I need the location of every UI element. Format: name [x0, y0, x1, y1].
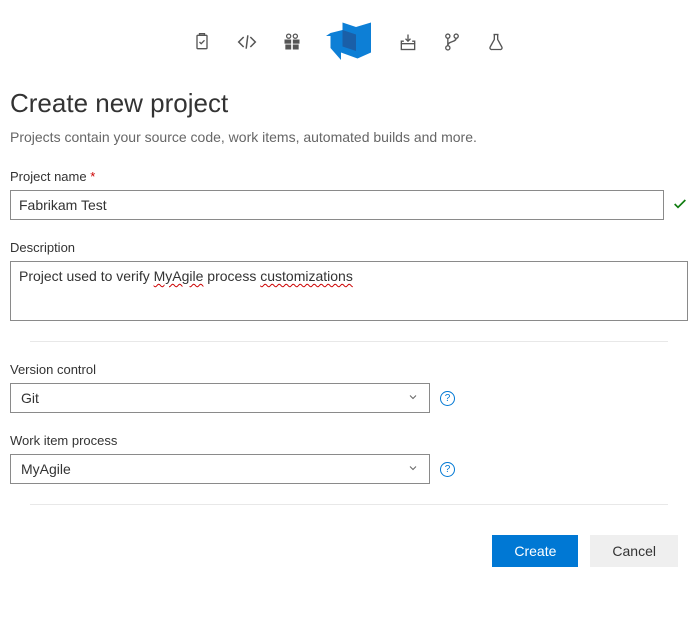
chevron-down-icon	[407, 390, 419, 406]
description-field: Description Project used to verify MyAgi…	[10, 240, 688, 321]
version-control-select[interactable]: Git	[10, 383, 430, 413]
divider	[30, 341, 668, 342]
work-item-process-value: MyAgile	[21, 461, 71, 477]
version-control-field: Version control Git ?	[10, 362, 688, 413]
version-control-value: Git	[21, 390, 39, 406]
project-name-field: Project name *	[10, 169, 688, 220]
build-icon[interactable]	[398, 32, 418, 52]
gift-icon[interactable]	[282, 32, 302, 52]
project-name-label-text: Project name	[10, 169, 87, 184]
work-item-process-field: Work item process MyAgile ?	[10, 433, 688, 484]
help-icon[interactable]: ?	[440, 391, 455, 406]
branch-icon[interactable]	[442, 32, 462, 52]
description-label: Description	[10, 240, 688, 255]
page-title: Create new project	[10, 88, 688, 119]
divider	[30, 504, 668, 505]
page-subtitle: Projects contain your source code, work …	[10, 129, 688, 145]
code-icon[interactable]	[236, 32, 258, 52]
description-input[interactable]: Project used to verify MyAgile process c…	[10, 261, 688, 321]
help-icon[interactable]: ?	[440, 462, 455, 477]
chevron-down-icon	[407, 461, 419, 477]
version-control-label: Version control	[10, 362, 688, 377]
button-row: Create Cancel	[10, 535, 688, 567]
create-button[interactable]: Create	[492, 535, 578, 567]
cancel-button[interactable]: Cancel	[590, 535, 678, 567]
check-icon	[672, 196, 688, 215]
work-item-process-select[interactable]: MyAgile	[10, 454, 430, 484]
required-marker: *	[90, 169, 95, 184]
flask-icon[interactable]	[486, 32, 506, 52]
project-name-input[interactable]	[10, 190, 664, 220]
clipboard-icon[interactable]	[192, 32, 212, 52]
azure-devops-logo-icon[interactable]	[326, 18, 374, 66]
project-name-label: Project name *	[10, 169, 688, 184]
top-toolbar	[10, 0, 688, 74]
work-item-process-label: Work item process	[10, 433, 688, 448]
